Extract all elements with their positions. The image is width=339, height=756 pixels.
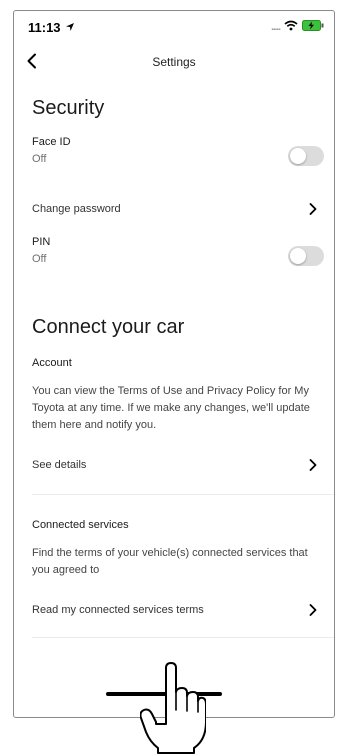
chevron-right-icon [306,202,320,216]
back-chevron-icon [27,53,36,69]
tap-hand-icon [140,662,206,754]
toggle-knob [290,148,306,164]
pin-status: Off [32,253,47,265]
face-id-label: Face ID [32,136,71,148]
divider [32,637,334,638]
change-password-row[interactable]: Change password [14,194,334,224]
face-id-row: Face ID Off [14,134,334,186]
connect-section-title: Connect your car [32,316,185,338]
status-left: 11:13 [28,20,75,35]
pin-toggle[interactable] [288,246,324,266]
chevron-right-icon [306,458,320,472]
account-heading: Account [32,357,72,369]
connected-services-description: Find the terms of your vehicle(s) connec… [32,547,308,576]
read-terms-label: Read my connected services terms [32,604,204,616]
back-button[interactable] [20,49,44,73]
security-section-title: Security [32,97,105,119]
pin-row: PIN Off [14,234,334,286]
status-right: ..... [271,20,324,34]
chevron-right-icon [306,603,320,617]
change-password-label: Change password [32,203,121,215]
signal-dots: ..... [271,21,281,33]
location-arrow-icon [65,20,75,35]
face-id-status: Off [32,153,47,165]
divider [32,494,334,495]
account-description: You can view the Terms of Use and Privac… [32,385,310,431]
toggle-knob [290,248,306,264]
page-title: Settings [152,55,196,69]
battery-icon [302,20,324,34]
phone-screen: 11:13 ..... Settings Security Face ID Of… [13,10,335,718]
see-details-label: See details [32,459,87,471]
see-details-row[interactable]: See details [14,450,334,480]
read-terms-row[interactable]: Read my connected services terms [14,595,334,625]
face-id-toggle[interactable] [288,146,324,166]
pin-label: PIN [32,236,51,248]
connected-services-heading: Connected services [32,519,129,531]
status-time: 11:13 [28,19,61,35]
nav-bar: Settings [14,43,334,81]
wifi-icon [284,20,298,34]
status-bar: 11:13 ..... [14,11,334,43]
